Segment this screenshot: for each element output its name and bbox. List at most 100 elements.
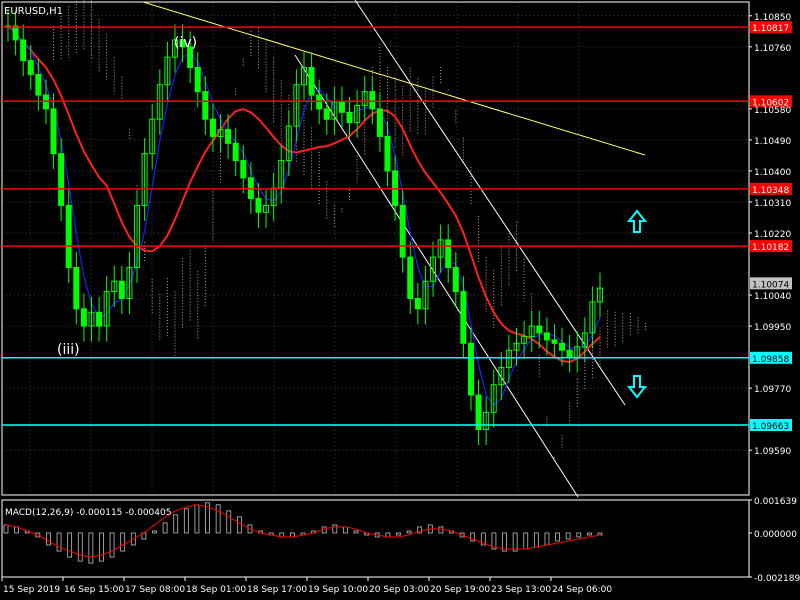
macd-histogram-bar <box>586 532 592 536</box>
price-tick-label: 1.10400 <box>754 168 791 178</box>
candle-body[interactable] <box>460 291 467 344</box>
macd-histogram-bar <box>120 532 126 552</box>
price-tick-label: 1.10760 <box>754 44 791 54</box>
candle-body[interactable] <box>12 25 19 41</box>
candle-body[interactable] <box>369 91 376 110</box>
macd-histogram-bar <box>46 532 51 546</box>
support-level-label: 1.09858 <box>752 355 789 365</box>
time-tick-label: 24 Sep 06:00 <box>552 585 612 595</box>
candle-body[interactable] <box>376 108 383 137</box>
macd-histogram-bar <box>406 530 412 534</box>
price-tick-label: 1.09590 <box>754 447 791 457</box>
macd-tick-label: 0.001639 <box>754 497 797 507</box>
candle-body[interactable] <box>467 342 474 396</box>
time-tick-label: 15 Sep 2019 <box>3 585 60 595</box>
candle-body[interactable] <box>346 111 353 124</box>
time-tick-label: 20 Sep 03:00 <box>369 585 429 595</box>
candle-body[interactable] <box>338 101 345 113</box>
candle-body[interactable] <box>232 142 239 162</box>
macd-histogram-bar <box>565 532 571 540</box>
macd-histogram-bar <box>56 532 62 552</box>
price-tick-label: 1.10850 <box>754 13 791 23</box>
candle-body[interactable] <box>202 91 209 120</box>
resistance-level-label: 1.10182 <box>752 243 789 253</box>
macd-histogram-bar <box>99 532 104 562</box>
candle-body[interactable] <box>58 153 65 206</box>
macd-histogram-bar <box>597 532 603 536</box>
time-tick-label: 18 Sep 17:00 <box>247 585 307 595</box>
macd-histogram-bar <box>67 532 73 558</box>
candle-body[interactable] <box>225 129 232 144</box>
price-levels: 1.108171.106021.103481.101821.098581.096… <box>2 21 792 432</box>
candle-body[interactable] <box>73 266 80 310</box>
macd-histogram-bar <box>576 532 582 538</box>
support-level-label: 1.09663 <box>752 422 789 432</box>
candle-body[interactable] <box>50 108 57 155</box>
wave-label-iii: (iii) <box>57 342 80 358</box>
macd-histogram-bar <box>77 532 83 562</box>
price-tick-label: 1.10040 <box>754 292 791 302</box>
macd-histogram-bar <box>152 530 157 534</box>
candle-body[interactable] <box>20 39 27 62</box>
macd-tick-label: -0.002189 <box>754 574 800 584</box>
chart-canvas: 1.108171.106021.103481.101821.098581.096… <box>1 0 800 595</box>
macd-histogram-bar <box>555 532 560 542</box>
symbol-title: EURUSD,H1 <box>4 6 63 17</box>
candle-body[interactable] <box>65 204 72 268</box>
candle-body[interactable] <box>384 135 391 172</box>
current-price-label: 1.10074 <box>752 280 789 290</box>
candle-body[interactable] <box>536 325 543 334</box>
candle-body[interactable] <box>559 342 566 351</box>
macd-histogram-bar <box>512 532 518 552</box>
candle-body[interactable] <box>35 73 42 96</box>
time-tick-label: 23 Sep 13:00 <box>491 585 551 595</box>
time-tick-label: 19 Sep 10:00 <box>308 585 368 595</box>
candle-body[interactable] <box>118 280 125 299</box>
time-tick-label: 17 Sep 08:00 <box>125 585 185 595</box>
macd-histogram-bar <box>173 514 179 534</box>
candle-body[interactable] <box>308 67 315 96</box>
price-tick-label: 1.09950 <box>754 323 791 333</box>
arrow-down-icon <box>626 375 648 399</box>
candle-body[interactable] <box>543 332 550 341</box>
candle-body[interactable] <box>255 198 262 213</box>
price-tick-label: 1.10310 <box>754 199 791 209</box>
wave-label-iv: (iv) <box>174 35 197 51</box>
price-tick-label: 1.10490 <box>754 137 791 147</box>
macd-histogram-bar <box>3 524 9 534</box>
candle-body[interactable] <box>323 108 330 120</box>
candle-body[interactable] <box>445 239 452 268</box>
time-tick-label: 18 Sep 01:00 <box>186 585 246 595</box>
macd-histogram-bar <box>88 532 94 564</box>
candle-body[interactable] <box>209 118 216 137</box>
candle-body[interactable] <box>551 339 558 344</box>
macd-histogram-bar <box>226 510 232 534</box>
time-axis: 15 Sep 2019 16 Sep 15:00 17 Sep 08:00 18 Se… <box>1 577 612 595</box>
candle-body[interactable] <box>407 256 414 299</box>
candle-body[interactable] <box>27 60 34 75</box>
macd-histogram-bar <box>544 532 550 546</box>
candle-body[interactable] <box>240 160 247 179</box>
macd-histogram-bar <box>236 516 242 534</box>
time-tick-label: 20 Sep 19:00 <box>430 585 490 595</box>
macd-tick-label: 0.000000 <box>754 530 797 540</box>
macd-histogram-bar <box>343 526 348 534</box>
candle-body[interactable] <box>566 349 573 358</box>
resistance-level-label: 1.10348 <box>752 186 789 196</box>
candle-body[interactable] <box>194 67 201 93</box>
candle-body[interactable] <box>452 266 459 293</box>
macd-histogram-bar <box>194 504 200 534</box>
candle-body[interactable] <box>96 311 103 327</box>
price-tick-label: 1.09770 <box>754 385 791 395</box>
candle-body[interactable] <box>399 204 406 258</box>
candle-body[interactable] <box>414 297 421 310</box>
macd-histogram-bar <box>438 526 444 534</box>
price-candles <box>5 10 603 446</box>
macd-histogram-bar <box>109 532 115 558</box>
macd-histogram-bar <box>533 532 539 548</box>
resistance-level-label: 1.10817 <box>752 24 789 34</box>
macd-histogram-bar <box>162 522 168 534</box>
price-axis: 1.10850 1.10760 1.10580 1.10490 1.10400 1.103… <box>749 13 791 457</box>
candle-body[interactable] <box>80 308 87 327</box>
macd-histogram-bar <box>215 504 221 534</box>
